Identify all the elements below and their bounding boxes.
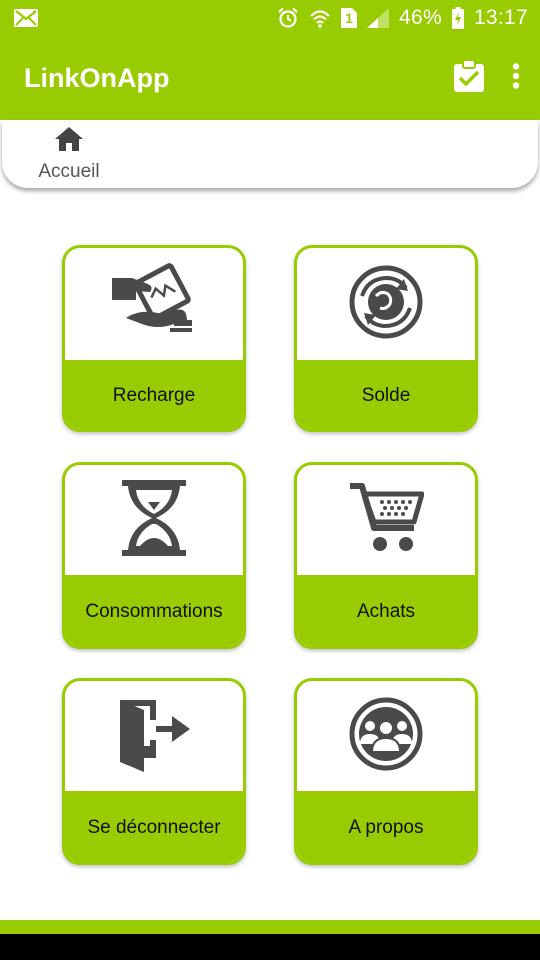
tile-label-area: Achats bbox=[297, 575, 475, 646]
tile-se-deconnecter[interactable]: Se déconnecter bbox=[62, 678, 246, 865]
battery-percent: 46% bbox=[399, 6, 442, 29]
bottom-accent-bar bbox=[0, 920, 540, 934]
status-bar: 1 46% 13:17 bbox=[0, 0, 540, 36]
sim-icon: 1 bbox=[341, 8, 357, 28]
tile-icon-area bbox=[297, 681, 475, 791]
tile-label: Se déconnecter bbox=[87, 817, 221, 838]
tile-icon-area bbox=[65, 681, 243, 791]
tile-label: Solde bbox=[361, 385, 411, 406]
more-vert-icon bbox=[512, 62, 520, 94]
tile-label: Recharge bbox=[112, 385, 196, 406]
shopping-cart-icon bbox=[348, 482, 425, 559]
tile-label-area: A propos bbox=[297, 791, 475, 862]
more-options-button[interactable] bbox=[512, 62, 520, 94]
group-icon bbox=[348, 696, 424, 777]
tile-label-area: Solde bbox=[297, 360, 475, 429]
tile-solde[interactable]: Solde bbox=[294, 245, 478, 432]
wifi-icon bbox=[309, 7, 331, 29]
tile-a-propos[interactable]: A propos bbox=[294, 678, 478, 865]
email-icon bbox=[14, 9, 38, 27]
tile-achats[interactable]: Achats bbox=[294, 462, 478, 649]
tile-icon-area bbox=[297, 465, 475, 575]
app-bar: LinkOnApp bbox=[0, 36, 540, 120]
breadcrumb: Accueil bbox=[2, 120, 538, 188]
tile-icon-area bbox=[65, 248, 243, 360]
tile-label-area: Recharge bbox=[65, 360, 243, 429]
system-nav-bar bbox=[0, 934, 540, 960]
clipboard-check-icon bbox=[454, 58, 484, 97]
app-actions bbox=[454, 58, 520, 97]
tile-icon-area bbox=[297, 248, 475, 360]
tile-consommations[interactable]: Consommations bbox=[62, 462, 246, 649]
home-label: Accueil bbox=[38, 161, 100, 182]
tile-label: A propos bbox=[348, 817, 424, 838]
battery-charging-icon bbox=[451, 7, 464, 29]
status-right: 1 46% 13:17 bbox=[267, 6, 528, 30]
signal-icon bbox=[367, 8, 389, 28]
home-icon bbox=[54, 126, 84, 157]
tile-label: Consommations bbox=[85, 601, 223, 622]
hourglass-icon bbox=[122, 479, 186, 561]
tile-icon-area bbox=[65, 465, 243, 575]
home-tab[interactable]: Accueil bbox=[30, 126, 108, 183]
status-left bbox=[14, 9, 38, 27]
tile-label-area: Se déconnecter bbox=[65, 791, 243, 862]
clipboard-check-button[interactable] bbox=[454, 58, 484, 97]
alarm-icon bbox=[277, 7, 299, 29]
logout-door-icon bbox=[116, 696, 192, 777]
clock: 13:17 bbox=[473, 6, 528, 29]
app-title: LinkOnApp bbox=[24, 62, 170, 93]
globe-refresh-icon bbox=[348, 264, 424, 345]
sim-slot-number: 1 bbox=[345, 10, 353, 26]
recharge-hand-card-icon bbox=[112, 262, 196, 347]
tile-recharge[interactable]: Recharge bbox=[62, 245, 246, 432]
tile-label: Achats bbox=[356, 601, 416, 622]
tile-label-area: Consommations bbox=[65, 575, 243, 646]
